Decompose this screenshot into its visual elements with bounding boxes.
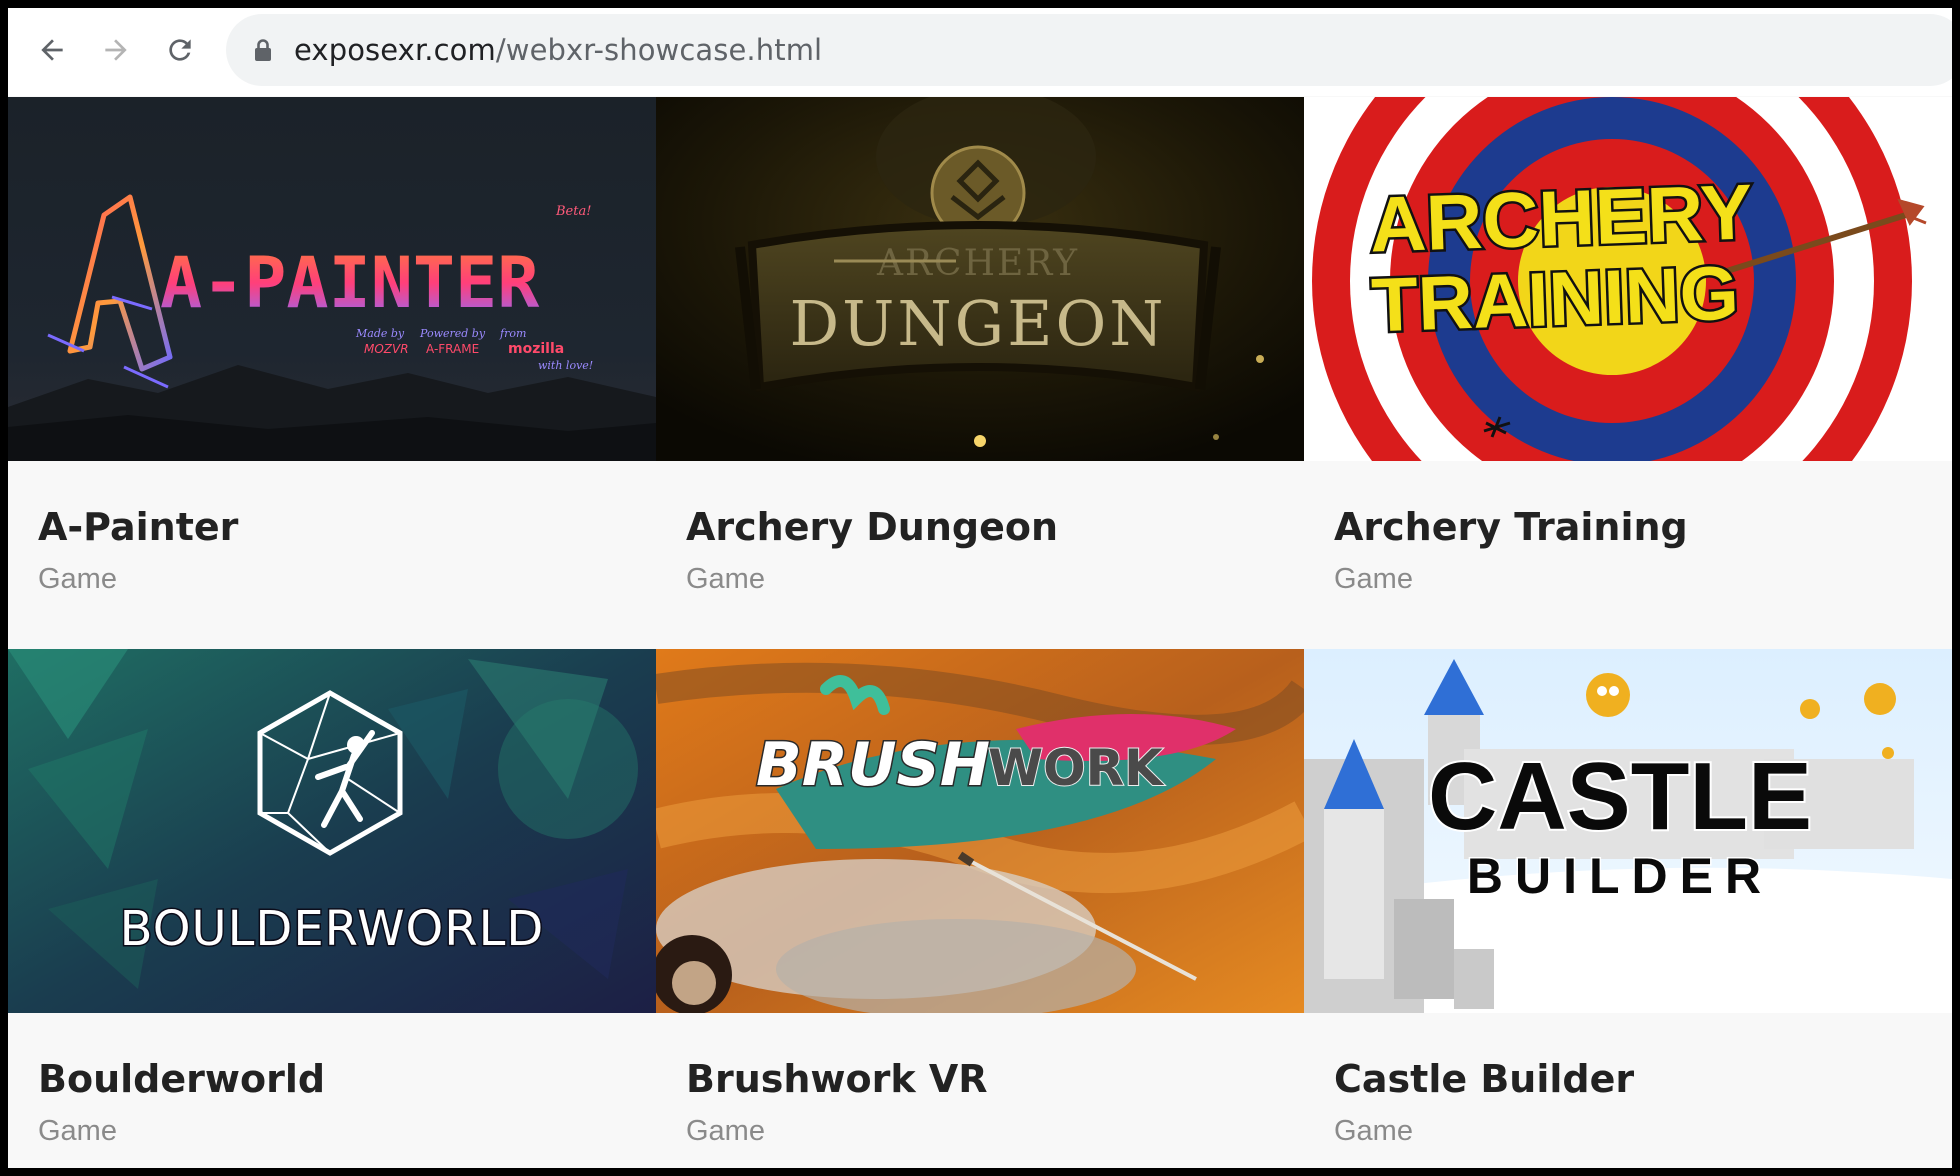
- credit-from: from: [499, 327, 526, 340]
- thumbnail-image[interactable]: A-PAINTER Beta! Made by MOZVR Powered by…: [8, 97, 656, 461]
- beta-text: Beta!: [555, 204, 591, 219]
- arrow-left-icon: [41, 39, 63, 61]
- browser-toolbar: exposexr.com/webxr-showcase.html: [8, 8, 1952, 96]
- credit-mozilla: mozilla: [508, 341, 564, 357]
- brushwork-artwork: BRUSH WORK: [656, 649, 1304, 1013]
- card-category: Game: [1334, 1115, 1413, 1147]
- reload-button[interactable]: [156, 26, 204, 74]
- card-category: Game: [38, 563, 117, 595]
- lock-icon: [252, 36, 274, 64]
- boulderworld-artwork: BOULDERWORLD: [8, 649, 656, 1013]
- url-text: exposexr.com/webxr-showcase.html: [294, 33, 822, 67]
- boulderworld-logo-text: BOULDERWORLD: [120, 901, 545, 957]
- a-painter-logo-text: A-PAINTER: [160, 242, 540, 324]
- archery-logo-bottom: TRAINING: [1370, 251, 1740, 349]
- card-a-painter[interactable]: A-PAINTER Beta! Made by MOZVR Powered by…: [8, 97, 656, 649]
- card-category: Game: [38, 1115, 117, 1147]
- castle-logo-bottom: BUILDER: [1467, 848, 1773, 904]
- dungeon-logo-top: ARCHERY: [876, 243, 1079, 284]
- card-title[interactable]: Archery Dungeon: [686, 505, 1058, 549]
- castle-builder-artwork: CASTLE BUILDER: [1304, 649, 1952, 1013]
- browser-window: exposexr.com/webxr-showcase.html A-PAINT…: [8, 8, 1952, 1168]
- credit-aframe: A-FRAME: [426, 342, 479, 356]
- castle-logo-top: CASTLE: [1428, 743, 1812, 850]
- card-archery-dungeon[interactable]: ARCHERY DUNGEON Archery Dungeon Game: [656, 97, 1304, 649]
- card-category: Game: [686, 563, 765, 595]
- card-brushwork-vr[interactable]: BRUSH WORK Brushwork VR Game: [656, 649, 1304, 1168]
- card-title[interactable]: Castle Builder: [1334, 1057, 1634, 1101]
- card-title[interactable]: A-Painter: [38, 505, 238, 549]
- url-host: exposexr.com: [294, 33, 496, 67]
- thumbnail-image[interactable]: ARCHERY TRAINING: [1304, 97, 1952, 461]
- archery-training-artwork: ARCHERY TRAINING: [1304, 97, 1952, 461]
- brushwork-logo-right: WORK: [988, 739, 1165, 797]
- thumbnail-image[interactable]: CASTLE BUILDER: [1304, 649, 1952, 1013]
- address-bar[interactable]: exposexr.com/webxr-showcase.html: [226, 14, 1952, 86]
- back-button[interactable]: [28, 26, 76, 74]
- card-archery-training[interactable]: ARCHERY TRAINING Archery Training Game: [1304, 97, 1952, 649]
- arrow-right-icon: [105, 39, 127, 61]
- thumbnail-image[interactable]: BOULDERWORLD: [8, 649, 656, 1013]
- reload-icon: [169, 39, 191, 61]
- card-category: Game: [686, 1115, 765, 1147]
- url-path: /webxr-showcase.html: [495, 33, 823, 67]
- credit-made-by: Made by: [355, 327, 405, 340]
- a-painter-artwork: A-PAINTER Beta! Made by MOZVR Powered by…: [8, 97, 656, 461]
- card-category: Game: [1334, 563, 1413, 595]
- credit-powered-by: Powered by: [419, 327, 486, 340]
- credit-with-love: with love!: [538, 359, 593, 372]
- thumbnail-image[interactable]: BRUSH WORK: [656, 649, 1304, 1013]
- forward-button[interactable]: [92, 26, 140, 74]
- card-title[interactable]: Brushwork VR: [686, 1057, 988, 1101]
- brushwork-logo-left: BRUSH: [756, 730, 990, 800]
- thumbnail-image[interactable]: ARCHERY DUNGEON: [656, 97, 1304, 461]
- dungeon-logo-bottom: DUNGEON: [789, 287, 1166, 360]
- archery-dungeon-artwork: ARCHERY DUNGEON: [656, 97, 1304, 461]
- card-title[interactable]: Boulderworld: [38, 1057, 325, 1101]
- card-castle-builder[interactable]: CASTLE BUILDER Castle Builder Game: [1304, 649, 1952, 1168]
- card-boulderworld[interactable]: BOULDERWORLD Boulderworld Game: [8, 649, 656, 1168]
- card-title[interactable]: Archery Training: [1334, 505, 1688, 549]
- credit-mozvr: MOZVR: [364, 342, 409, 356]
